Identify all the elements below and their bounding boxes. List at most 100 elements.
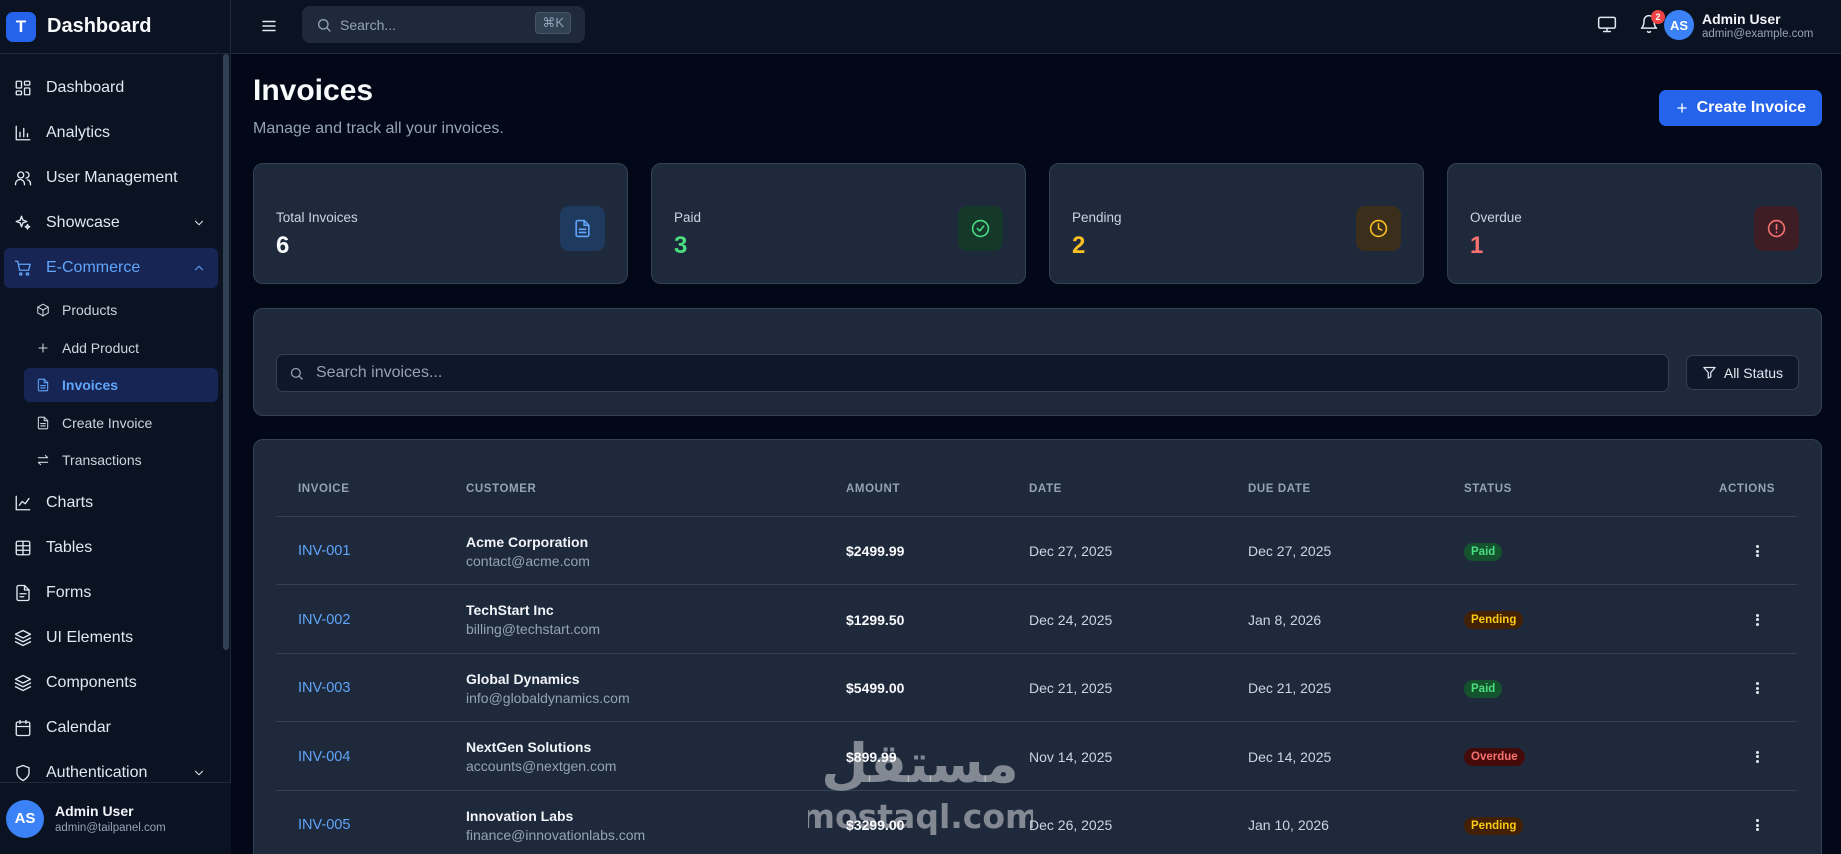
sidebar-item-showcase[interactable]: Showcase — [4, 203, 218, 243]
column-header-actions: ACTIONS — [1719, 483, 1775, 495]
user-email: admin@tailpanel.com — [55, 822, 166, 834]
invoice-cell: INV-003 — [298, 654, 350, 722]
stat-label: Total Invoices — [276, 210, 358, 225]
amount-cell: $1299.50 — [846, 586, 904, 654]
sidebar-user-profile[interactable]: AS Admin User admin@tailpanel.com — [0, 782, 231, 854]
chevron-down-icon — [194, 770, 204, 776]
stat-label: Pending — [1072, 210, 1122, 225]
chevron-up-icon — [194, 265, 204, 271]
invoice-date: Dec 26, 2025 — [1029, 817, 1113, 833]
customer-email: contact@acme.com — [466, 552, 590, 569]
sidebar-item-invoices[interactable]: Invoices — [24, 368, 218, 402]
invoice-search[interactable] — [276, 354, 1669, 392]
invoice-cell: INV-002 — [298, 586, 350, 654]
sidebar-item-label: Add Product — [62, 339, 140, 356]
row-actions-button[interactable] — [1749, 749, 1765, 765]
invoice-search-input[interactable] — [316, 364, 1216, 382]
user-meta: Admin User admin@tailpanel.com — [55, 803, 166, 834]
invoice-id-link[interactable]: INV-001 — [298, 543, 350, 559]
stat-card-total: Total Invoices 6 — [253, 163, 628, 284]
row-actions-button[interactable] — [1749, 543, 1765, 559]
sidebar-item-dashboard[interactable]: Dashboard — [4, 68, 218, 108]
stat-value: 3 — [674, 232, 688, 259]
invoice-date: Dec 21, 2025 — [1029, 680, 1113, 696]
invoice-due-date: Jan 10, 2026 — [1248, 817, 1329, 833]
sidebar-item-calendar[interactable]: Calendar — [4, 708, 218, 748]
sidebar-item-user-management[interactable]: User Management — [4, 158, 218, 198]
column-header-invoice[interactable]: INVOICE — [298, 483, 350, 495]
monitor-button[interactable] — [1597, 14, 1619, 36]
file-icon — [575, 219, 590, 238]
column-header-amount[interactable]: AMOUNT — [846, 483, 900, 495]
sidebar-item-transactions[interactable]: Transactions — [24, 443, 218, 477]
page-subtitle: Manage and track all your invoices. — [253, 120, 504, 137]
table-header: INVOICE CUSTOMER AMOUNT DATE DUE DATE ST… — [276, 462, 1797, 517]
sidebar-item-products[interactable]: Products — [24, 293, 218, 327]
amount-cell: $2499.99 — [846, 517, 904, 585]
users-icon — [14, 171, 32, 186]
column-header-date[interactable]: DATE — [1029, 483, 1062, 495]
sidebar-item-add-product[interactable]: Add Product — [24, 331, 218, 365]
column-header-status[interactable]: STATUS — [1464, 483, 1512, 495]
stat-card-paid: Paid 3 — [651, 163, 1026, 284]
bar-chart-icon — [15, 125, 31, 141]
create-invoice-label: Create Invoice — [1696, 99, 1806, 116]
invoice-cell: INV-005 — [298, 791, 350, 854]
invoice-id-link[interactable]: INV-003 — [298, 680, 350, 696]
filter-card: All Status — [253, 308, 1822, 416]
stats-row: Total Invoices 6 Paid 3 Pending 2 Overdu… — [253, 163, 1822, 284]
brand-title: Dashboard — [47, 15, 152, 37]
sidebar-item-charts[interactable]: Charts — [4, 483, 218, 523]
layers-icon — [14, 674, 32, 692]
customer-name: Innovation Labs — [466, 807, 574, 824]
sidebar-item-analytics[interactable]: Analytics — [4, 113, 218, 153]
sidebar-item-forms[interactable]: Forms — [4, 573, 218, 613]
customer-name: Acme Corporation — [466, 533, 589, 550]
plus-icon — [1676, 103, 1687, 113]
row-actions-button[interactable] — [1749, 612, 1765, 628]
sidebar-scrollbar[interactable] — [223, 54, 229, 650]
stat-value: 1 — [1470, 232, 1484, 259]
notification-badge: 2 — [1651, 10, 1665, 24]
due-date-cell: Jan 10, 2026 — [1248, 791, 1329, 854]
shield-icon — [16, 764, 30, 782]
sidebar-item-components[interactable]: Components — [4, 663, 218, 703]
menu-toggle-button[interactable] — [260, 17, 278, 35]
customer-email: accounts@nextgen.com — [466, 758, 617, 774]
search-icon — [318, 18, 331, 32]
more-vertical-icon-dot — [1755, 545, 1759, 548]
invoice-id-link[interactable]: INV-002 — [298, 612, 350, 628]
sidebar-item-label: Transactions — [62, 452, 142, 468]
top-user-menu[interactable]: AS Admin User admin@example.com — [1664, 10, 1813, 40]
date-cell: Dec 21, 2025 — [1029, 654, 1112, 722]
status-filter-button[interactable]: All Status — [1685, 355, 1799, 390]
row-actions-button[interactable] — [1749, 817, 1765, 833]
layers-icon — [14, 629, 32, 647]
column-header-customer[interactable]: CUSTOMER — [466, 483, 536, 495]
due-date-cell: Dec 14, 2025 — [1248, 723, 1331, 791]
customer-name: NextGen Solutions — [466, 739, 592, 755]
row-actions-button[interactable] — [1749, 680, 1765, 696]
status-filter-label: All Status — [1723, 364, 1783, 381]
more-vertical-icon-dot — [1755, 759, 1759, 763]
sidebar-item-ui-elements[interactable]: UI Elements — [4, 618, 218, 658]
more-vertical-icon-dot — [1755, 622, 1759, 626]
more-vertical-icon-dot — [1755, 828, 1759, 831]
notifications-button[interactable]: 2 — [1639, 10, 1665, 36]
stat-value: 2 — [1072, 232, 1086, 259]
brand[interactable]: T Dashboard — [0, 0, 230, 54]
invoice-id-link[interactable]: INV-004 — [298, 749, 350, 765]
create-invoice-button[interactable]: Create Invoice — [1658, 90, 1822, 126]
global-search[interactable]: ⌘K — [302, 6, 585, 43]
calendar-icon — [15, 719, 31, 737]
invoice-id-link[interactable]: INV-005 — [298, 817, 350, 833]
invoice-due-date: Dec 27, 2025 — [1248, 543, 1332, 559]
global-search-input[interactable] — [340, 16, 520, 33]
sidebar-item-ecommerce[interactable]: E-Commerce — [4, 248, 218, 288]
sidebar-item-create-invoice[interactable]: Create Invoice — [24, 406, 218, 440]
invoice-cell: INV-001 — [298, 517, 350, 585]
sidebar-item-tables[interactable]: Tables — [4, 528, 218, 568]
sidebar-item-label: Showcase — [46, 214, 120, 231]
column-header-due-date[interactable]: DUE DATE — [1248, 483, 1311, 495]
chevron-down-icon — [194, 220, 204, 226]
